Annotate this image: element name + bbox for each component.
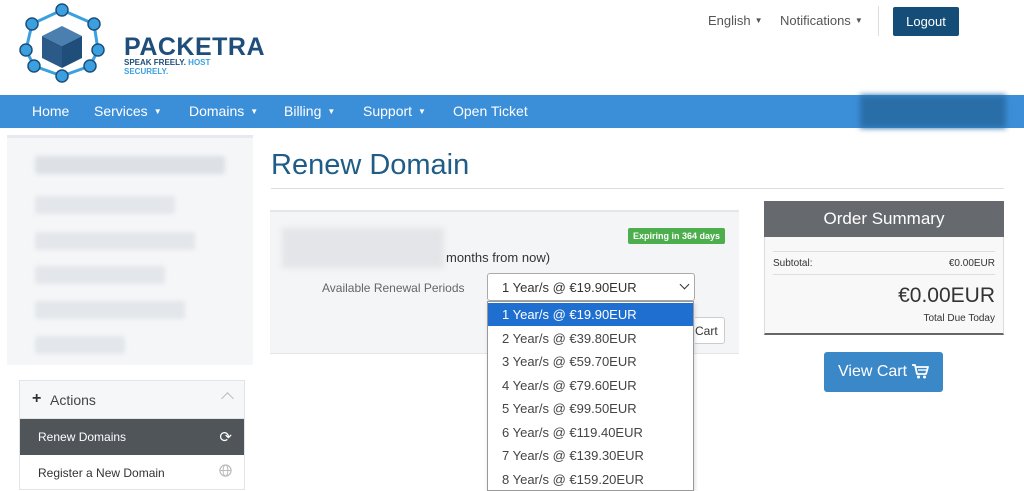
nav-home[interactable]: Home [32,103,69,119]
redacted-row [35,301,185,319]
period-option-label: 6 Year/s @ €119.40EUR [502,425,643,440]
selected-period-value: 1 Year/s @ €19.90EUR [502,280,637,295]
nav-billing-label: Billing [284,103,322,119]
refresh-icon: ⟳ [219,429,232,446]
caret-down-icon: ▼ [754,16,763,25]
order-summary-panel: Order Summary Subtotal: €0.00EUR €0.00EU… [764,201,1004,335]
caret-down-icon: ▼ [327,107,336,116]
summary-divider [773,274,995,275]
order-summary-header: Order Summary [764,201,1004,237]
period-option-label: 7 Year/s @ €139.30EUR [502,448,644,463]
period-option[interactable]: 5 Year/s @ €99.50EUR [488,397,693,420]
total-due-label: Total Due Today [923,313,995,324]
domain-name-redacted [282,228,444,268]
caret-down-icon: ▼ [153,107,162,116]
sidebar-info-panel-redacted [7,135,253,365]
cube-network-icon [19,3,105,83]
nav-billing[interactable]: Billing ▼ [284,103,335,119]
brand-tagline: SPEAK FREELY. HOST SECURELY. [124,58,248,76]
actions-title: Actions [50,392,96,408]
nav-services-label: Services [94,103,148,119]
caret-down-icon: ▼ [418,107,426,116]
tagline-part1: SPEAK FREELY. [124,58,189,67]
caret-down-icon: ▼ [854,16,863,25]
plus-icon: + [32,390,42,407]
globe-icon [219,464,232,481]
language-label: English [708,13,751,28]
actions-panel-header[interactable]: + Actions [20,381,244,419]
nav-support-label: Support [363,103,413,119]
period-option-label: 2 Year/s @ €39.80EUR [502,331,637,346]
period-option-label: 4 Year/s @ €79.60EUR [502,378,637,393]
page-title: Renew Domain [271,149,470,181]
redacted-row [35,196,175,214]
period-option[interactable]: 7 Year/s @ €139.30EUR [488,444,693,467]
main-navbar: Home Services ▼ Domains ▼ Billing ▼ Support… [0,95,1024,128]
notifications-dropdown[interactable]: Notifications ▼ [780,13,863,28]
subtotal-value: €0.00EUR [948,258,995,269]
top-header: PACKETRA SPEAK FREELY. HOST SECURELY. En… [0,0,1024,95]
redacted-row [35,156,225,174]
actions-panel: + Actions Renew Domains ⟳ Register a New… [19,380,245,490]
sidebar-item-register-domain[interactable]: Register a New Domain [20,455,244,491]
nav-open-ticket[interactable]: Open Ticket [453,103,528,119]
nav-support[interactable]: Support ▼ [363,103,426,119]
sidebar-item-label: Register a New Domain [38,466,165,480]
period-option-label: 1 Year/s @ €19.90EUR [502,307,637,322]
order-summary-title: Order Summary [823,209,945,228]
renewal-period-options: 1 Year/s @ €19.90EUR 2 Year/s @ €39.80EU… [487,301,694,491]
title-divider [271,188,1004,189]
nav-home-label: Home [32,103,70,119]
renewal-periods-label: Available Renewal Periods [322,281,465,295]
expiry-months-text: months from now) [446,250,551,265]
period-option[interactable]: 3 Year/s @ €59.70EUR [488,350,693,373]
cart-button-label: Cart [695,324,718,338]
total-due-amount: €0.00EUR [898,284,995,307]
period-option-label: 8 Year/s @ €159.20EUR [502,472,644,487]
redacted-row [35,336,125,354]
account-menu-redacted[interactable] [860,95,1006,128]
language-dropdown[interactable]: English ▼ [708,13,763,28]
header-divider [878,6,879,36]
packetra-logo[interactable]: PACKETRA SPEAK FREELY. HOST SECURELY. [18,2,265,86]
shopping-cart-icon [911,362,929,385]
period-option[interactable]: 8 Year/s @ €159.20EUR [488,468,693,490]
period-option[interactable]: 1 Year/s @ €19.90EUR [488,303,693,326]
add-to-cart-button[interactable]: Cart [695,317,725,344]
summary-divider [773,251,995,252]
notifications-label: Notifications [780,13,851,28]
sidebar-item-label: Renew Domains [38,430,127,444]
view-cart-label: View Cart [838,363,908,380]
caret-down-icon: ▼ [250,107,259,116]
period-option[interactable]: 4 Year/s @ €79.60EUR [488,374,693,397]
nav-open-ticket-label: Open Ticket [453,103,528,119]
renewal-period-select[interactable]: 1 Year/s @ €19.90EUR [487,273,695,301]
sidebar-item-renew-domains[interactable]: Renew Domains ⟳ [20,419,244,455]
view-cart-button[interactable]: View Cart [824,352,943,392]
logout-button[interactable]: Logout [893,7,959,36]
chevron-down-icon [679,279,690,290]
expiry-status-badge: Expiring in 364 days [628,228,726,244]
period-option-label: 5 Year/s @ €99.50EUR [502,401,637,416]
period-option[interactable]: 6 Year/s @ €119.40EUR [488,421,693,444]
redacted-row [35,232,195,250]
period-option-label: 3 Year/s @ €59.70EUR [502,354,637,369]
nav-domains[interactable]: Domains ▼ [189,103,258,119]
redacted-row [35,266,165,284]
nav-services[interactable]: Services ▼ [94,103,162,119]
subtotal-label: Subtotal: [773,258,813,269]
period-option[interactable]: 2 Year/s @ €39.80EUR [488,327,693,350]
chevron-up-icon[interactable] [221,392,234,405]
nav-domains-label: Domains [189,103,245,119]
